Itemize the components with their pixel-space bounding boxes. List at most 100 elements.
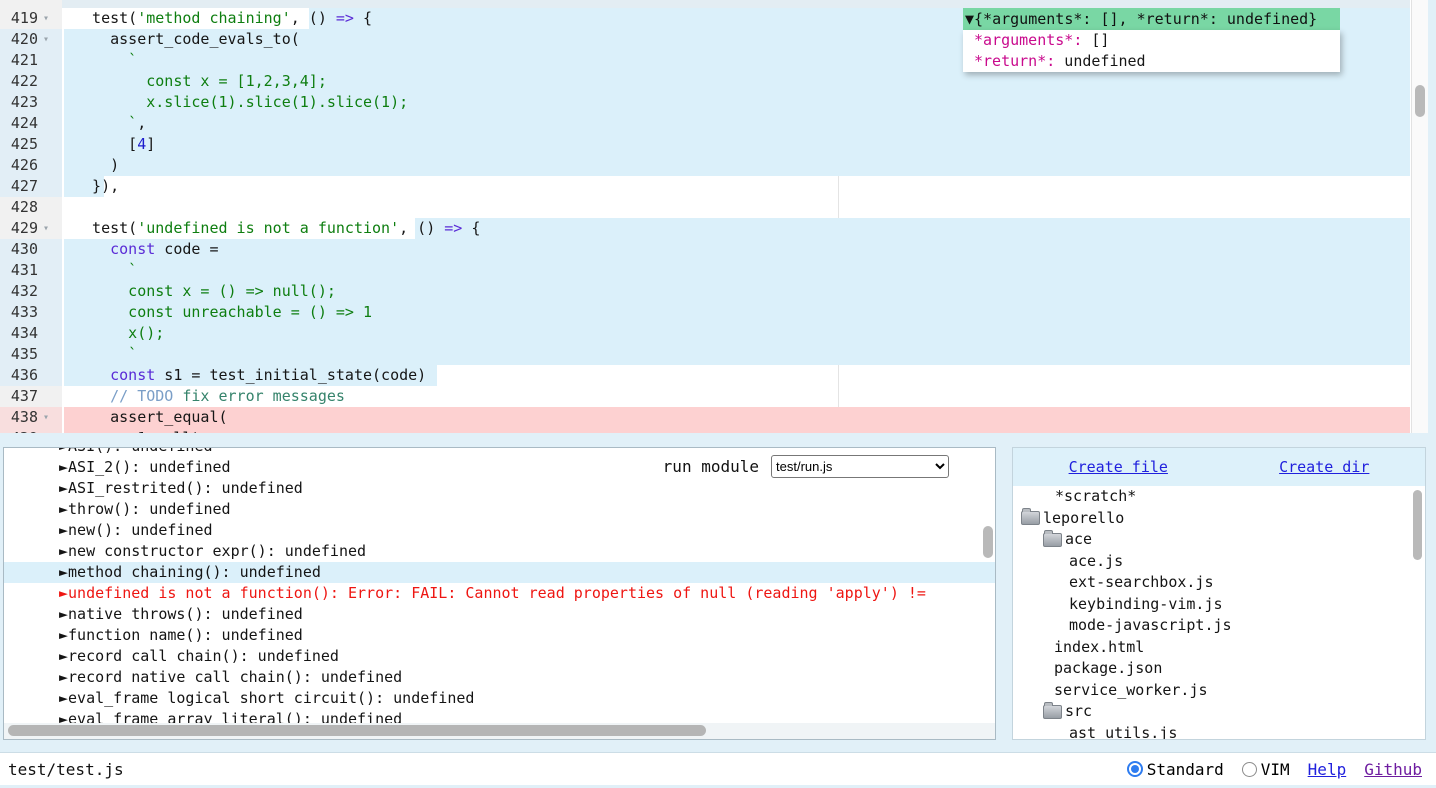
code-token: fix error messages bbox=[173, 387, 345, 405]
fold-arrow-icon bbox=[38, 176, 54, 197]
test-result-item[interactable]: ►throw(): undefined bbox=[4, 499, 995, 520]
code-token: { bbox=[462, 219, 480, 237]
line-number: 432 bbox=[0, 281, 38, 302]
file-tree-item-label: ace bbox=[1065, 529, 1092, 551]
fold-arrow-icon[interactable]: ▾ bbox=[38, 218, 54, 239]
line-number: 422 bbox=[0, 71, 38, 92]
code-token: const x = () => null(); bbox=[74, 282, 336, 300]
file-tree-item[interactable]: leporello bbox=[1013, 508, 1425, 530]
editor-scrollbar-thumb[interactable] bbox=[1415, 85, 1425, 117]
code-line[interactable]: }), bbox=[62, 176, 1410, 197]
value-tooltip-header[interactable]: ▼{*arguments*: [], *return*: undefined} bbox=[963, 8, 1340, 30]
gutter-cell: 430 bbox=[0, 239, 62, 260]
run-module-control: run module test/run.js bbox=[663, 455, 949, 478]
code-line[interactable]: x(); bbox=[62, 323, 1410, 344]
test-result-item[interactable]: ►function name(): undefined bbox=[4, 625, 995, 646]
code-token: test( bbox=[74, 219, 137, 237]
test-result-item[interactable]: ►native throws(): undefined bbox=[4, 604, 995, 625]
code-line[interactable]: // TODO fix error messages bbox=[62, 386, 1410, 407]
code-line[interactable]: const x = () => null(); bbox=[62, 281, 1410, 302]
code-token: , () bbox=[291, 9, 336, 27]
tooltip-row-arguments[interactable]: *arguments*: [] bbox=[963, 30, 1340, 51]
code-line-text: test('undefined is not a function', () =… bbox=[62, 218, 1410, 239]
code-line[interactable] bbox=[62, 197, 1410, 218]
radio-standard-icon[interactable] bbox=[1127, 761, 1143, 777]
code-token: code = bbox=[155, 240, 218, 258]
file-tree-item[interactable]: ace.js bbox=[1013, 551, 1425, 573]
line-number: 435 bbox=[0, 344, 38, 365]
test-result-item[interactable]: ►new constructor expr(): undefined bbox=[4, 541, 995, 562]
fold-arrow-icon[interactable]: ▾ bbox=[38, 29, 54, 50]
code-line-text: const x = [1,2,3,4]; bbox=[62, 71, 1410, 92]
create-file-link[interactable]: Create file bbox=[1069, 458, 1168, 476]
code-line[interactable]: test('undefined is not a function', () =… bbox=[62, 218, 1410, 239]
code-line[interactable]: x.slice(1).slice(1).slice(1); bbox=[62, 92, 1410, 113]
github-link[interactable]: Github bbox=[1364, 760, 1422, 779]
test-result-item[interactable]: ►undefined is not a function(): Error: F… bbox=[4, 583, 995, 604]
file-tree-item-label: keybinding-vim.js bbox=[1069, 594, 1223, 616]
file-tree-item[interactable]: package.json bbox=[1013, 658, 1425, 680]
tooltip-row-return[interactable]: *return*: undefined bbox=[963, 51, 1340, 72]
fold-arrow-icon[interactable]: ▾ bbox=[38, 407, 54, 428]
file-tree-item-label: leporello bbox=[1043, 508, 1124, 530]
fold-arrow-icon[interactable]: ▾ bbox=[38, 8, 54, 29]
test-result-item[interactable]: ►ASI_restrited(): undefined bbox=[4, 478, 995, 499]
value-tooltip[interactable]: ▼{*arguments*: [], *return*: undefined} … bbox=[963, 8, 1340, 72]
file-tree-item-label: src bbox=[1065, 701, 1092, 723]
file-tree-item[interactable]: service_worker.js bbox=[1013, 680, 1425, 702]
folder-icon bbox=[1043, 533, 1062, 547]
code-line[interactable]: const x = [1,2,3,4]; bbox=[62, 71, 1410, 92]
keybinding-vim-option[interactable]: VIM bbox=[1242, 760, 1290, 779]
test-result-item[interactable]: ►eval_frame logical short circuit(): und… bbox=[4, 688, 995, 709]
radio-vim-icon[interactable] bbox=[1242, 762, 1257, 777]
create-dir-link[interactable]: Create dir bbox=[1279, 458, 1369, 476]
test-result-item[interactable]: ►record native call chain(): undefined bbox=[4, 667, 995, 688]
test-result-item[interactable]: ►record call chain(): undefined bbox=[4, 646, 995, 667]
file-tree-item[interactable]: ace bbox=[1013, 529, 1425, 551]
line-number: 428 bbox=[0, 197, 38, 218]
radio-standard-label[interactable]: Standard bbox=[1147, 760, 1224, 779]
code-line[interactable]: [4] bbox=[62, 134, 1410, 155]
file-tree-item-label: package.json bbox=[1054, 658, 1162, 680]
code-token: s1.calltree bbox=[74, 429, 228, 433]
help-link[interactable]: Help bbox=[1308, 760, 1347, 779]
files-vscrollbar-thumb[interactable] bbox=[1413, 490, 1422, 560]
file-tree-item[interactable]: index.html bbox=[1013, 637, 1425, 659]
line-number: 426 bbox=[0, 155, 38, 176]
file-tree-item[interactable]: *scratch* bbox=[1013, 486, 1425, 508]
fold-arrow-icon bbox=[38, 92, 54, 113]
test-result-item[interactable]: ►new(): undefined bbox=[4, 520, 995, 541]
code-line[interactable]: s1.calltree bbox=[62, 428, 1410, 433]
run-module-select[interactable]: test/run.js bbox=[771, 455, 949, 478]
file-tree-item[interactable]: ast_utils.js bbox=[1013, 723, 1425, 741]
code-line[interactable]: ` bbox=[62, 344, 1410, 365]
results-hscrollbar[interactable] bbox=[4, 723, 995, 739]
file-tree-item[interactable]: mode-javascript.js bbox=[1013, 615, 1425, 637]
code-line[interactable]: ` bbox=[62, 260, 1410, 281]
keybinding-standard-option[interactable]: Standard bbox=[1127, 760, 1224, 779]
fold-arrow-icon bbox=[38, 281, 54, 302]
code-line[interactable]: ) bbox=[62, 155, 1410, 176]
gutter-cell: 428 bbox=[0, 197, 62, 218]
gutter-cell: 422 bbox=[0, 71, 62, 92]
editor-scrollbar[interactable] bbox=[1411, 0, 1428, 433]
file-tree-item[interactable]: keybinding-vim.js bbox=[1013, 594, 1425, 616]
file-tree-item[interactable]: ext-searchbox.js bbox=[1013, 572, 1425, 594]
code-line[interactable]: assert_equal( bbox=[62, 407, 1410, 428]
code-line-text: x.slice(1).slice(1).slice(1); bbox=[62, 92, 1410, 113]
fold-arrow-icon bbox=[38, 302, 54, 323]
code-line[interactable]: `, bbox=[62, 113, 1410, 134]
file-tree-item[interactable]: src bbox=[1013, 701, 1425, 723]
results-hscrollbar-thumb[interactable] bbox=[8, 725, 706, 736]
line-number: 436 bbox=[0, 365, 38, 386]
results-vscrollbar-thumb[interactable] bbox=[983, 526, 993, 558]
radio-vim-label[interactable]: VIM bbox=[1261, 760, 1290, 779]
code-line[interactable]: const unreachable = () => 1 bbox=[62, 302, 1410, 323]
file-tree-item-label: ext-searchbox.js bbox=[1069, 572, 1214, 594]
test-result-item[interactable]: ►method chaining(): undefined bbox=[4, 562, 995, 583]
fold-arrow-icon bbox=[38, 134, 54, 155]
file-tree-item-label: service_worker.js bbox=[1054, 680, 1208, 702]
code-line[interactable]: const s1 = test_initial_state(code) bbox=[62, 365, 1410, 386]
code-line[interactable]: const code = bbox=[62, 239, 1410, 260]
gutter-cell: 433 bbox=[0, 302, 62, 323]
